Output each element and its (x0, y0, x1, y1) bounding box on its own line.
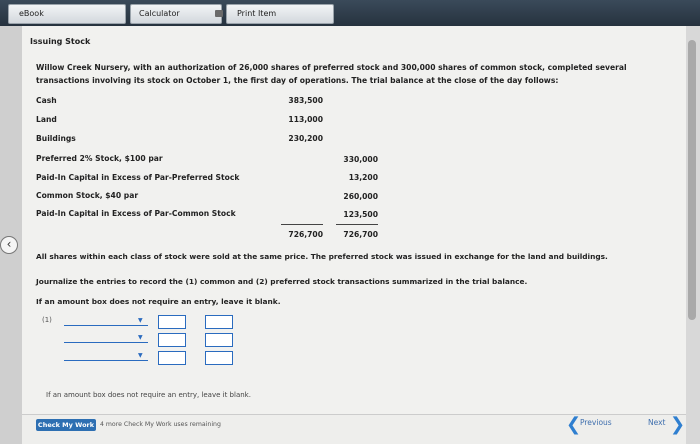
tb-account-land: Land (36, 115, 57, 124)
debit-total-rule (281, 224, 323, 225)
tb-account-common: Common Stock, $40 par (36, 191, 139, 200)
problem-intro: Willow Creek Nursery, with an authorizat… (36, 63, 627, 85)
blank-note-2: If an amount box does not require an ent… (46, 391, 251, 399)
dropdown-arrow-icon[interactable]: ▼ (138, 352, 143, 359)
credit-input-2[interactable] (205, 333, 233, 347)
blank-note: If an amount box does not require an ent… (36, 297, 281, 306)
tb-account-pic-preferred: Paid-In Capital in Excess of Par-Preferr… (36, 173, 240, 182)
dropdown-arrow-icon[interactable]: ▼ (138, 317, 143, 324)
tb-total-credit: 726,700 (343, 230, 378, 239)
check-my-work-button[interactable]: Check My Work (36, 419, 96, 431)
dropdown-arrow-icon[interactable]: ▼ (138, 334, 143, 341)
previous-button[interactable]: Previous (580, 418, 612, 427)
account-select-2[interactable] (64, 342, 148, 343)
scrollbar[interactable] (688, 40, 696, 320)
tb-debit-buildings: 230,200 (288, 134, 323, 143)
credit-input-1[interactable] (205, 315, 233, 329)
account-select-3[interactable] (64, 360, 148, 361)
next-button[interactable]: Next (648, 418, 665, 427)
tab-ebook[interactable]: eBook (8, 4, 126, 24)
collapse-arrow-icon[interactable]: ‹ (0, 236, 18, 254)
credit-input-3[interactable] (205, 351, 233, 365)
printer-icon (215, 10, 223, 17)
entry-label: (1) (42, 316, 52, 324)
tab-print-item[interactable]: Print Item (226, 4, 334, 24)
tb-account-cash: Cash (36, 96, 57, 105)
credit-total-rule (336, 224, 378, 225)
remaining-uses: 4 more Check My Work uses remaining (100, 421, 221, 428)
tb-debit-land: 113,000 (288, 115, 323, 124)
tb-debit-cash: 383,500 (288, 96, 323, 105)
debit-input-2[interactable] (158, 333, 186, 347)
shares-note: All shares within each class of stock we… (36, 252, 608, 261)
tb-total-debit: 726,700 (288, 230, 323, 239)
tb-credit-pic-common: 123,500 (343, 210, 378, 219)
top-toolbar: eBook Calculator Print Item (0, 0, 700, 26)
tab-ebook-label: eBook (19, 9, 44, 18)
tb-credit-preferred: 330,000 (343, 155, 378, 164)
debit-input-1[interactable] (158, 315, 186, 329)
debit-input-3[interactable] (158, 351, 186, 365)
journalize-instruction: Journalize the entries to record the (1)… (36, 277, 528, 286)
tb-account-buildings: Buildings (36, 134, 76, 143)
account-select-1[interactable] (64, 325, 148, 326)
left-gutter (0, 26, 22, 444)
problem-title: Issuing Stock (30, 37, 91, 46)
tb-account-preferred: Preferred 2% Stock, $100 par (36, 154, 163, 163)
tb-credit-common: 260,000 (343, 192, 378, 201)
tab-calculator[interactable]: Calculator (130, 4, 222, 24)
tb-account-pic-common: Paid-In Capital in Excess of Par-Common … (36, 209, 236, 218)
next-chevron-icon[interactable]: ❯ (670, 414, 685, 435)
previous-chevron-icon[interactable]: ❮ (566, 414, 581, 435)
tab-calculator-label: Calculator (139, 9, 180, 18)
tb-credit-pic-preferred: 13,200 (348, 173, 378, 182)
tab-print-label: Print Item (237, 9, 277, 18)
